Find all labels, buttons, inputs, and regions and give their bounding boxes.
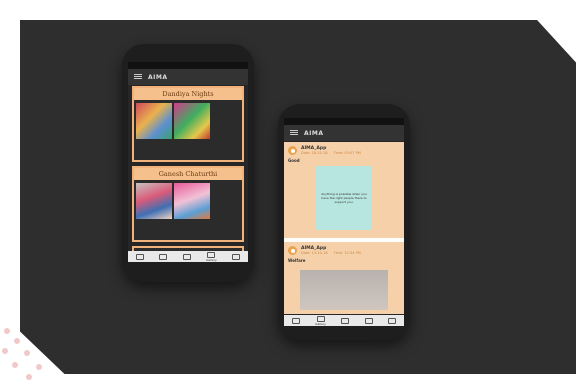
album-title: Dandiya Nights (134, 88, 242, 100)
nav-events[interactable] (341, 317, 350, 324)
post-date: Date: 18-10-18 (301, 151, 328, 155)
post-header: AIMA_App Date: 13-10-18 Time: 12:34 PM (284, 242, 404, 255)
post-header: AIMA_App Date: 18-10-18 Time: 03:07 PM (284, 142, 404, 155)
gallery-list: Dandiya Nights Ganesh Chaturthi (132, 86, 244, 262)
feed-screen: AIMA AIMA_App Date: 18-10-18 Time: 03:07… (284, 118, 404, 326)
nav-profile[interactable] (388, 317, 397, 324)
post-image[interactable]: Anything is possible when you have the r… (316, 166, 372, 230)
status-bar (284, 118, 404, 125)
events-icon (341, 317, 350, 324)
phone-gallery: AIMA Dandiya Nights Ganesh Chaturthi Gal… (122, 44, 254, 282)
menu-icon[interactable] (290, 130, 298, 136)
status-bar (128, 62, 248, 69)
album-card[interactable]: Dandiya Nights (132, 86, 244, 162)
post-time: Time: 03:07 PM (333, 151, 361, 155)
post-feed: AIMA_App Date: 18-10-18 Time: 03:07 PM G… (284, 142, 404, 314)
album-photo[interactable] (174, 103, 210, 139)
phone-feed: AIMA AIMA_App Date: 18-10-18 Time: 03:07… (278, 104, 410, 340)
album-title: Ganesh Chaturthi (134, 168, 242, 180)
post-date: Date: 13-10-18 (301, 251, 328, 255)
album-photo[interactable] (174, 183, 210, 219)
nav-chat[interactable] (159, 253, 168, 260)
menu-icon[interactable] (134, 74, 142, 80)
nav-profile[interactable] (232, 253, 241, 260)
nav-events[interactable] (182, 253, 191, 260)
showcase-frame: AIMA Dandiya Nights Ganesh Chaturthi Gal… (0, 0, 578, 385)
album-photo[interactable] (136, 103, 172, 139)
home-icon (291, 317, 300, 324)
app-bar: AIMA (128, 69, 248, 85)
chat-icon (159, 253, 168, 260)
gallery-screen: AIMA Dandiya Nights Ganesh Chaturthi Gal… (128, 62, 248, 262)
nav-home[interactable] (135, 253, 144, 260)
profile-icon (232, 253, 241, 260)
album-photo[interactable] (136, 183, 172, 219)
post-meta: AIMA_App Date: 13-10-18 Time: 12:34 PM (301, 246, 361, 255)
album-card[interactable]: Ganesh Chaturthi (132, 166, 244, 242)
nav-gallery-label: Gallery (315, 321, 326, 326)
nav-chat[interactable] (364, 317, 373, 324)
app-bar: AIMA (284, 125, 404, 141)
quote-text: Anything is possible when you have the r… (321, 192, 367, 204)
app-title: AIMA (304, 129, 324, 137)
app-title: AIMA (148, 73, 168, 81)
post-image[interactable] (300, 270, 388, 310)
post-time: Time: 12:34 PM (333, 251, 361, 255)
profile-icon (388, 317, 397, 324)
post-caption: Welfare (288, 258, 306, 263)
avatar-icon (288, 146, 297, 155)
nav-gallery[interactable]: Gallery (206, 251, 217, 262)
post-caption: Good (288, 158, 300, 163)
album-thumbnails (134, 180, 242, 222)
nav-gallery-label: Gallery (206, 257, 217, 262)
chat-icon (364, 317, 373, 324)
nav-home[interactable] (291, 317, 300, 324)
bottom-nav: Gallery (284, 315, 404, 326)
avatar-icon (288, 246, 297, 255)
events-icon (182, 253, 191, 260)
bottom-nav: Gallery (128, 251, 248, 262)
decorative-dots (0, 320, 60, 385)
nav-gallery[interactable]: Gallery (315, 315, 326, 326)
home-icon (135, 253, 144, 260)
album-thumbnails (134, 100, 242, 142)
post-meta: AIMA_App Date: 18-10-18 Time: 03:07 PM (301, 146, 361, 155)
